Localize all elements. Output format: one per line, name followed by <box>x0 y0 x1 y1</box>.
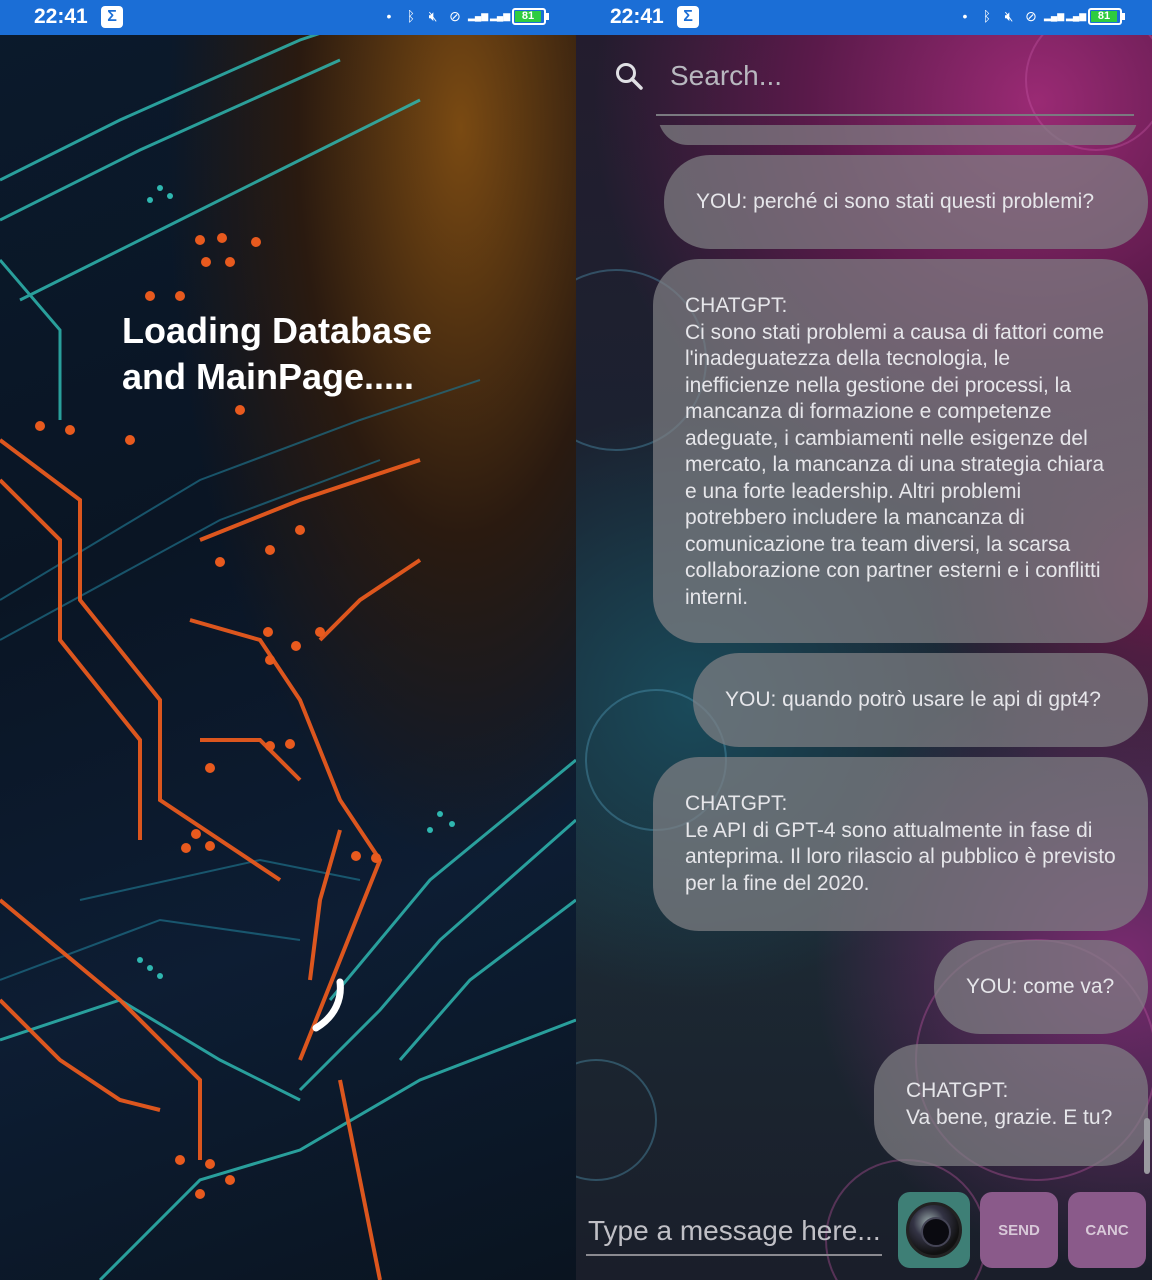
dot-icon: • <box>962 8 968 24</box>
app-notification-icon: Σ <box>677 6 699 28</box>
mute-icon: 🔇︎ <box>1004 8 1014 24</box>
search-input[interactable] <box>668 55 1142 97</box>
message-text: Le API di GPT-4 sono attualmente in fase… <box>685 818 1116 895</box>
status-icons: • ᛒ 🔇︎ ⊘ ▂▄▆ ▂▄▆ 81 <box>380 6 549 26</box>
mute-icon: 🔇︎ <box>428 8 438 24</box>
loading-message: Loading Database and MainPage..... <box>122 310 433 397</box>
battery-icon: 81 <box>1088 7 1125 25</box>
camera-button[interactable] <box>898 1192 970 1268</box>
loading-screen: Loading Database and MainPage..... 22:41… <box>0 0 576 1280</box>
signal-icon: ▂▄▆ <box>468 11 489 21</box>
bot-message: CHATGPT: Ci sono stati problemi a causa … <box>653 259 1148 643</box>
bot-message: CHATGPT: Va bene, grazie. E tu? <box>874 1044 1148 1166</box>
search-underline <box>656 114 1134 116</box>
circuit-pattern <box>0 0 576 1280</box>
message-sender: CHATGPT: <box>685 792 788 815</box>
dnd-icon: ⊘ <box>449 8 461 24</box>
message-text: Ci sono stati problemi a causa di fattor… <box>685 320 1105 609</box>
message-text: Va bene, grazie. E tu? <box>906 1105 1113 1129</box>
user-message: YOU: quando potrò usare le api di gpt4? <box>693 653 1148 747</box>
status-bar: 22:41 Σ • ᛒ 🔇︎ ⊘ ▂▄▆ ▂▄▆ 81 <box>0 0 576 35</box>
message-sender: CHATGPT: <box>685 294 788 317</box>
chat-scrollbar[interactable] <box>1144 1118 1150 1174</box>
chat-screen: YOU: perché ci sono stati questi problem… <box>576 0 1152 1280</box>
chat-bubble-partial <box>658 125 1138 145</box>
user-message: YOU: come va? <box>934 940 1148 1034</box>
chat-list[interactable]: YOU: perché ci sono stati questi problem… <box>576 125 1152 1185</box>
signal-icon: ▂▄▆ <box>1066 11 1087 21</box>
dot-icon: • <box>386 8 392 24</box>
search-icon[interactable] <box>614 61 644 91</box>
message-text: YOU: come va? <box>966 975 1115 998</box>
bot-message: CHATGPT: Le API di GPT-4 sono attualment… <box>653 757 1148 931</box>
circuit-background <box>0 0 576 1280</box>
message-sender: CHATGPT: <box>906 1079 1009 1102</box>
message-input[interactable] <box>586 1210 886 1252</box>
status-time: 22:41 <box>610 5 664 28</box>
send-button[interactable]: SEND <box>980 1192 1058 1268</box>
status-icons: • ᛒ 🔇︎ ⊘ ▂▄▆ ▂▄▆ 81 <box>956 6 1125 26</box>
bluetooth-icon: ᛒ <box>982 8 992 24</box>
search-bar <box>576 35 1152 125</box>
cancel-button[interactable]: CANC <box>1068 1192 1146 1268</box>
status-time: 22:41 <box>34 5 88 28</box>
user-message: YOU: perché ci sono stati questi problem… <box>664 155 1148 249</box>
loading-spinner-icon <box>312 978 344 1032</box>
dnd-icon: ⊘ <box>1025 8 1037 24</box>
battery-icon: 81 <box>512 7 549 25</box>
message-text: YOU: quando potrò usare le api di gpt4? <box>725 688 1101 711</box>
camera-icon <box>906 1202 962 1258</box>
bluetooth-icon: ᛒ <box>406 8 416 24</box>
composer: SEND CANC <box>576 1190 1152 1280</box>
message-input-underline <box>586 1254 882 1256</box>
signal-icon: ▂▄▆ <box>490 11 511 21</box>
app-notification-icon: Σ <box>101 6 123 28</box>
status-bar: 22:41 Σ • ᛒ 🔇︎ ⊘ ▂▄▆ ▂▄▆ 81 <box>576 0 1152 35</box>
message-text: YOU: perché ci sono stati questi problem… <box>696 190 1095 213</box>
signal-icon: ▂▄▆ <box>1044 11 1065 21</box>
